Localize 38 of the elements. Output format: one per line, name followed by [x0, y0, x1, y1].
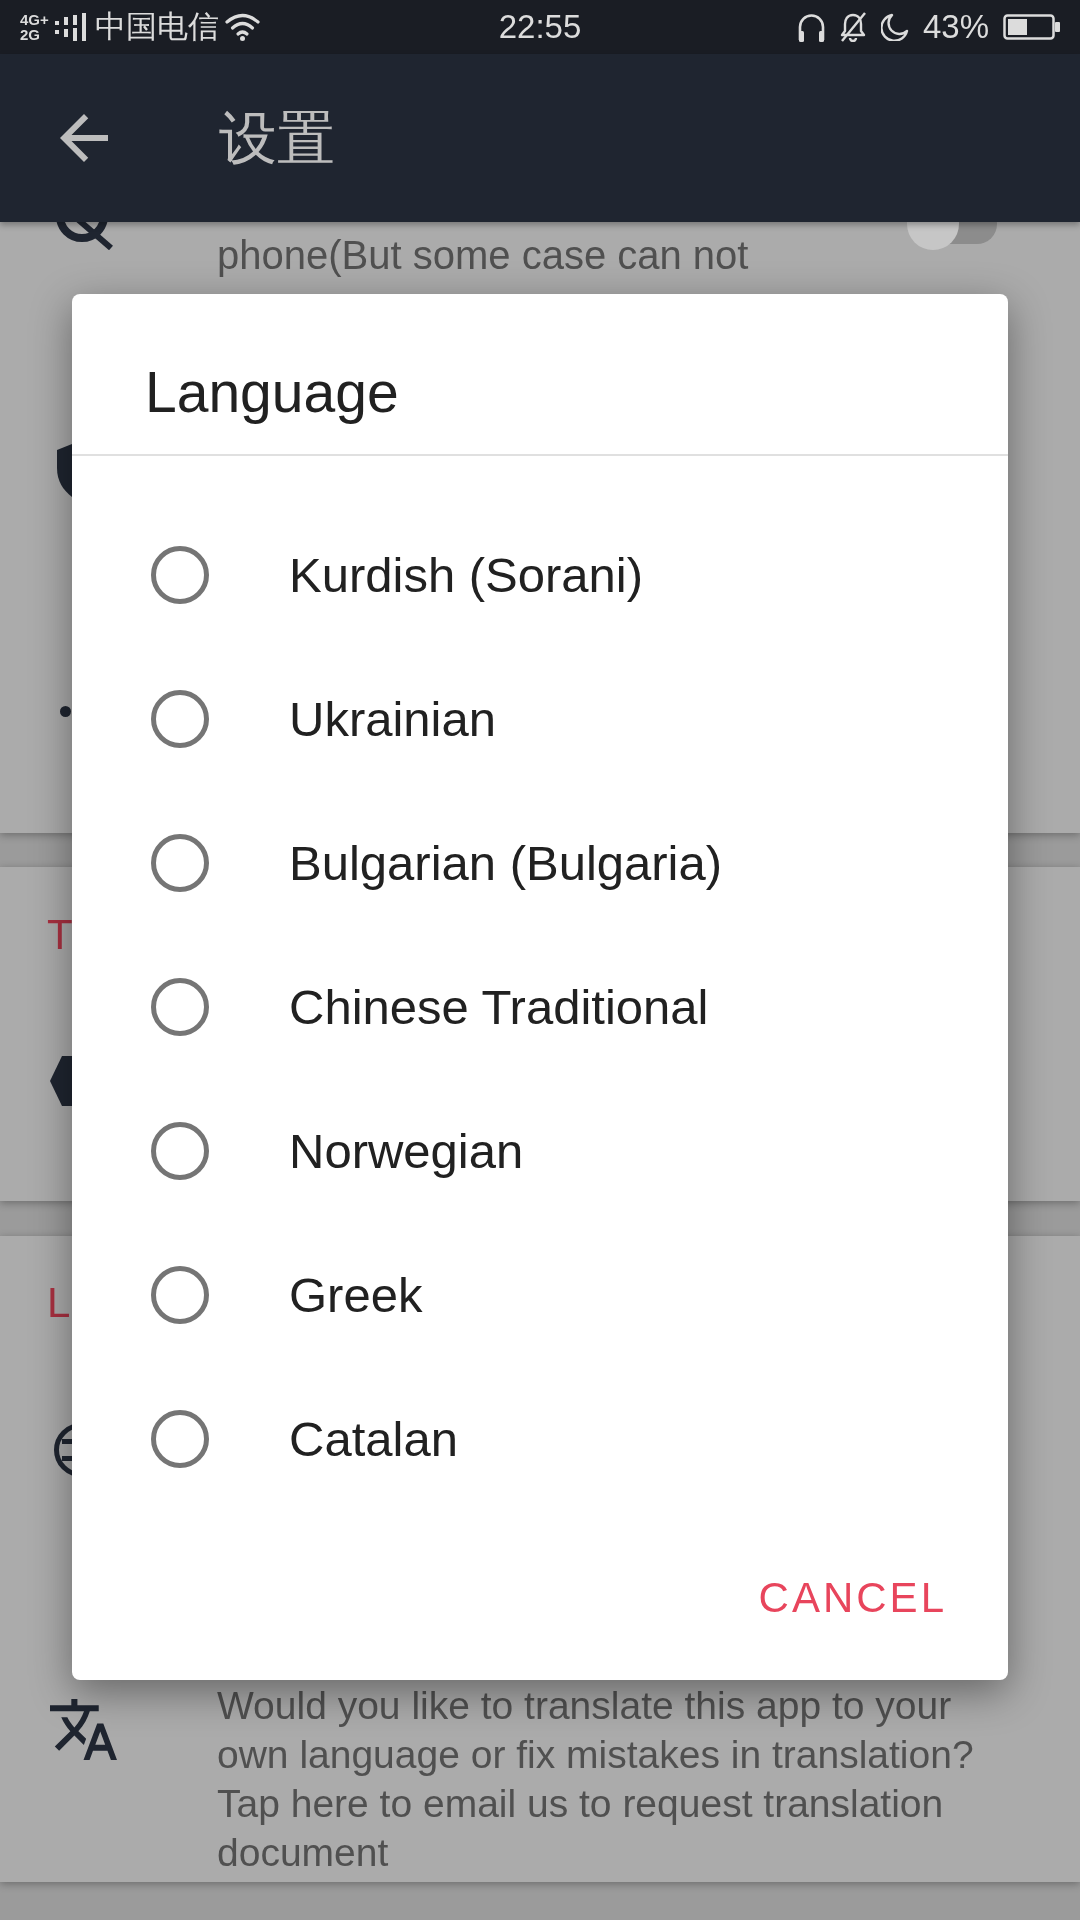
setting-description: phone(But some case can not: [217, 232, 750, 279]
radio-button[interactable]: [151, 546, 209, 604]
language-option[interactable]: Greek: [72, 1223, 1008, 1367]
moon-icon: [880, 13, 909, 41]
clock-time: 22:55: [498, 8, 582, 46]
carrier-name: 中国电信: [94, 9, 219, 45]
screen-title: 设置: [219, 103, 335, 173]
shield-icon: [57, 444, 72, 497]
section-header: T: [47, 910, 73, 960]
wifi-icon: [224, 13, 260, 41]
globe-icon: [54, 1423, 72, 1477]
network-type: 2G: [20, 27, 40, 42]
language-option[interactable]: Catalan: [72, 1367, 1008, 1511]
network-type: 4G+: [20, 12, 49, 27]
language-option[interactable]: Bulgarian (Bulgaria): [72, 791, 1008, 935]
radio-button[interactable]: [151, 978, 209, 1036]
radio-button[interactable]: [151, 1266, 209, 1324]
headphones-icon: [797, 12, 825, 42]
toggle-switch[interactable]: [907, 222, 997, 250]
back-icon[interactable]: [60, 114, 108, 162]
section-header: L: [47, 1278, 71, 1328]
translation-help-text: Would you like to translate this app to your own language or fix mistakes in translation? Tap here to email us to request translation document: [217, 1683, 975, 1876]
language-option[interactable]: Chinese Traditional: [72, 935, 1008, 1079]
radio-button[interactable]: [151, 1410, 209, 1468]
radio-button[interactable]: [151, 690, 209, 748]
cancel-button[interactable]: CANCEL: [742, 1548, 963, 1648]
translate-icon: [50, 1699, 117, 1760]
language-option[interactable]: Ukrainian: [72, 647, 1008, 791]
bell-off-icon: [838, 12, 867, 42]
radio-button[interactable]: [151, 1122, 209, 1180]
signal-icon: [54, 13, 87, 41]
battery-icon: [1003, 14, 1060, 40]
language-option[interactable]: Kurdish (Sorani): [72, 503, 1008, 647]
dot-icon: [60, 706, 71, 717]
dialog-title: Language: [145, 359, 400, 426]
radio-button[interactable]: [151, 834, 209, 892]
battery-percentage: 43%: [922, 8, 989, 46]
language-option[interactable]: Norwegian: [72, 1079, 1008, 1223]
